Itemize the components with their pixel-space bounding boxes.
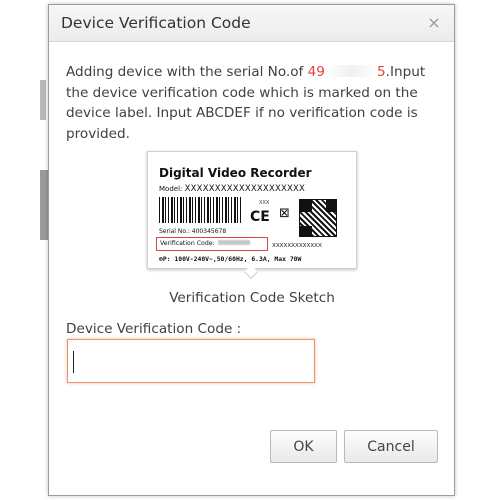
device-label-sketch: Digital Video Recorder Model: XXXXXXXXXX… <box>147 151 357 269</box>
serial-number-start: 49 <box>307 64 325 80</box>
text-caret <box>73 351 74 373</box>
ce-mark-icon: CE <box>250 209 270 225</box>
label-model-line: Model: XXXXXXXXXXXXXXXXXXXX <box>159 184 305 194</box>
label-power-line: ⊕P: 100V-240V~,50/60Hz, 6.3A, Max 70W <box>159 255 302 263</box>
message-prefix: Adding device with the serial No.of <box>66 64 308 80</box>
background-window-edge <box>40 170 48 240</box>
close-icon[interactable]: × <box>426 15 442 31</box>
label-verification-code-box: Verification Code: <box>156 237 268 251</box>
dialog-titlebar: Device Verification Code × <box>49 5 454 42</box>
background-window-edge-upper <box>40 80 46 120</box>
qr-code-icon <box>299 199 337 237</box>
label-serial-line: Serial No.: 400345678 <box>159 228 226 235</box>
label-small-xxx: XXX <box>259 200 270 206</box>
label-verification-label: Verification Code: <box>160 240 215 247</box>
label-model-value: XXXXXXXXXXXXXXXXXXXX <box>184 184 306 194</box>
dialog-message: Adding device with the serial No.of 49 5.… <box>66 62 444 144</box>
verification-code-redacted <box>217 240 250 245</box>
device-verification-dialog: Device Verification Code × Adding device… <box>48 4 455 496</box>
sketch-caption: Verification Code Sketch <box>169 290 335 306</box>
cancel-button[interactable]: Cancel <box>344 430 438 463</box>
serial-number-end: 5 <box>376 64 386 80</box>
weee-bin-icon: ⊠ <box>279 206 290 221</box>
label-model-label: Model: <box>159 185 183 193</box>
verification-code-label: Device Verification Code : <box>66 321 242 337</box>
label-x-line: XXXXXXXXXXXXX <box>272 243 322 249</box>
serial-number-redacted <box>324 65 377 77</box>
dialog-title: Device Verification Code <box>61 14 251 32</box>
label-title: Digital Video Recorder <box>159 166 312 180</box>
verification-code-input[interactable] <box>67 339 315 383</box>
label-serial-value: 400345678 <box>191 228 227 235</box>
label-serial-label: Serial No.: <box>159 228 190 235</box>
ok-button[interactable]: OK <box>270 430 337 463</box>
barcode-icon <box>159 197 242 223</box>
